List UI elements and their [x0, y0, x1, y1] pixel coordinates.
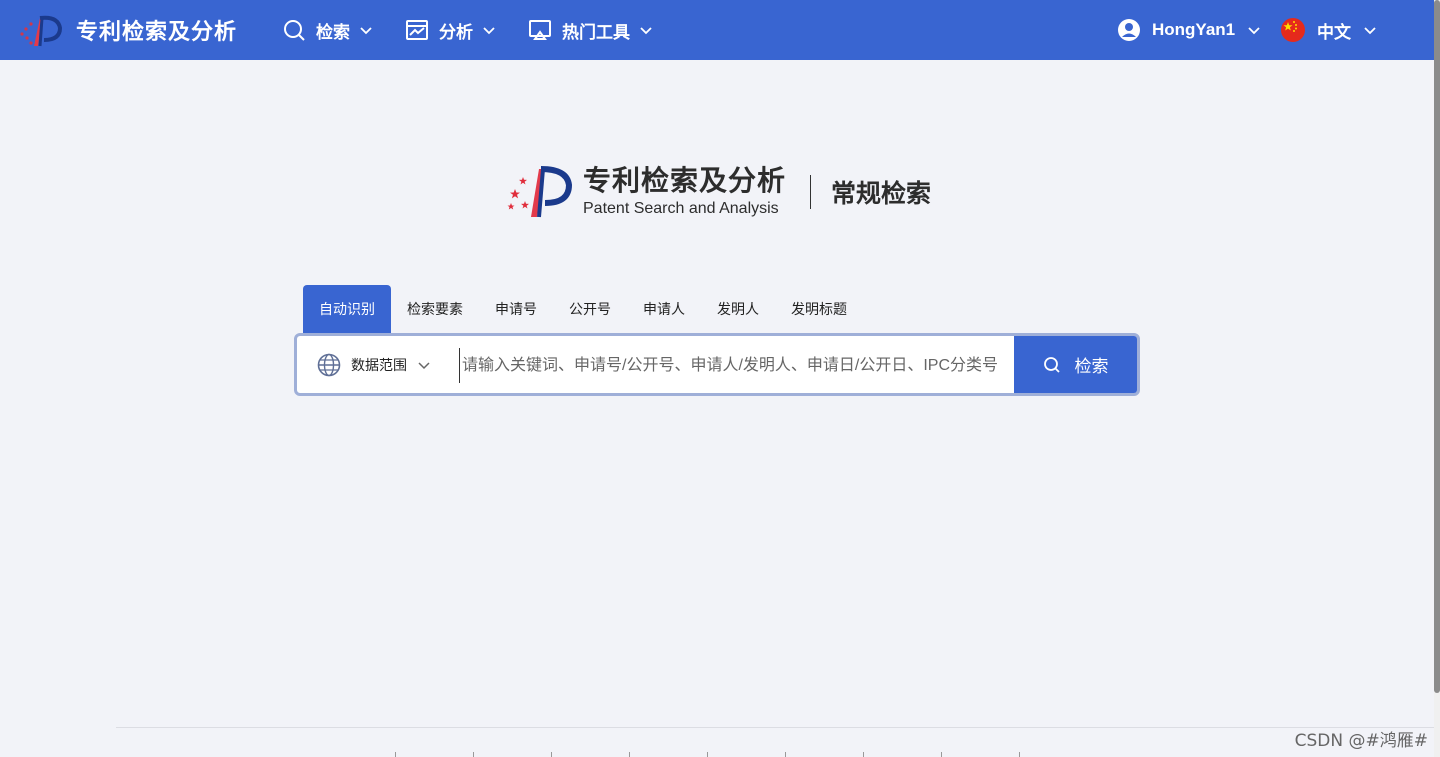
footer-link[interactable] [395, 752, 473, 757]
hero-divider [810, 175, 812, 209]
globe-icon [317, 353, 341, 376]
nav-analysis[interactable]: 分析 [405, 16, 496, 44]
chevron-down-icon [360, 27, 372, 35]
footer-link[interactable] [1019, 752, 1097, 757]
chevron-down-icon [1364, 27, 1376, 35]
tab-inventor[interactable]: 发明人 [701, 285, 775, 333]
scrollbar-thumb[interactable] [1434, 0, 1440, 693]
nav-search-label: 检索 [316, 22, 350, 42]
patent-logo-icon [20, 15, 63, 47]
nav-hot-tools[interactable]: 热门工具 [528, 16, 653, 44]
chart-icon [406, 20, 428, 40]
watermark: CSDN @#鸿雁# [1294, 731, 1428, 751]
top-nav-bar: 专利检索及分析 检索 分析 热门工具 HongYan1 中文 [0, 0, 1434, 60]
footer-links [395, 752, 1097, 757]
data-scope-label: 数据范围 [351, 356, 407, 373]
search-mode-title: 常规检索 [831, 180, 932, 208]
search-icon [1043, 356, 1060, 373]
chevron-down-icon [1248, 27, 1260, 35]
nav-hot-tools-label: 热门工具 [562, 22, 630, 42]
search-icon [284, 20, 305, 41]
hero-title-en: Patent Search and Analysis [583, 200, 779, 217]
user-menu[interactable]: HongYan1 [1117, 16, 1261, 44]
footer-link[interactable] [941, 752, 1019, 757]
page-scrollbar[interactable] [1434, 0, 1440, 757]
footer-divider [116, 727, 1434, 728]
search-box: 数据范围 检索 [294, 333, 1140, 396]
tab-auto-detect[interactable]: 自动识别 [303, 285, 391, 333]
hero-title-block: 专利检索及分析 Patent Search and Analysis [583, 165, 786, 219]
footer-link[interactable] [707, 752, 785, 757]
user-avatar-icon [1118, 19, 1140, 41]
nav-search[interactable]: 检索 [282, 16, 373, 44]
tab-publication-number[interactable]: 公开号 [553, 285, 627, 333]
monitor-icon [529, 20, 551, 40]
language-menu[interactable]: 中文 [1281, 16, 1377, 44]
footer-link[interactable] [863, 752, 941, 757]
search-button[interactable]: 检索 [1014, 336, 1137, 393]
chevron-down-icon [640, 27, 652, 35]
tab-invention-title[interactable]: 发明标题 [775, 285, 863, 333]
footer-link[interactable] [551, 752, 629, 757]
patent-logo-icon [507, 166, 573, 218]
search-button-label: 检索 [1074, 357, 1109, 376]
chevron-down-icon [483, 27, 495, 35]
language-label: 中文 [1317, 22, 1351, 42]
footer-link[interactable] [629, 752, 707, 757]
data-scope-dropdown[interactable]: 数据范围 [317, 336, 431, 393]
footer-link[interactable] [473, 752, 551, 757]
app-title: 专利检索及分析 [76, 19, 238, 44]
tab-applicant[interactable]: 申请人 [627, 285, 701, 333]
search-type-tabs: 自动识别 检索要素 申请号 公开号 申请人 发明人 发明标题 [303, 285, 863, 333]
tab-search-elements[interactable]: 检索要素 [391, 285, 479, 333]
search-input[interactable] [459, 348, 1002, 383]
user-name: HongYan1 [1152, 20, 1236, 39]
hero-header: 专利检索及分析 Patent Search and Analysis 常规检索 [505, 162, 931, 222]
hero-title-cn: 专利检索及分析 [583, 165, 787, 196]
chevron-down-icon [418, 361, 430, 369]
tab-application-number[interactable]: 申请号 [479, 285, 553, 333]
nav-analysis-label: 分析 [439, 22, 473, 42]
brand[interactable]: 专利检索及分析 [16, 10, 237, 50]
footer-link[interactable] [785, 752, 863, 757]
china-flag-icon [1281, 18, 1305, 42]
